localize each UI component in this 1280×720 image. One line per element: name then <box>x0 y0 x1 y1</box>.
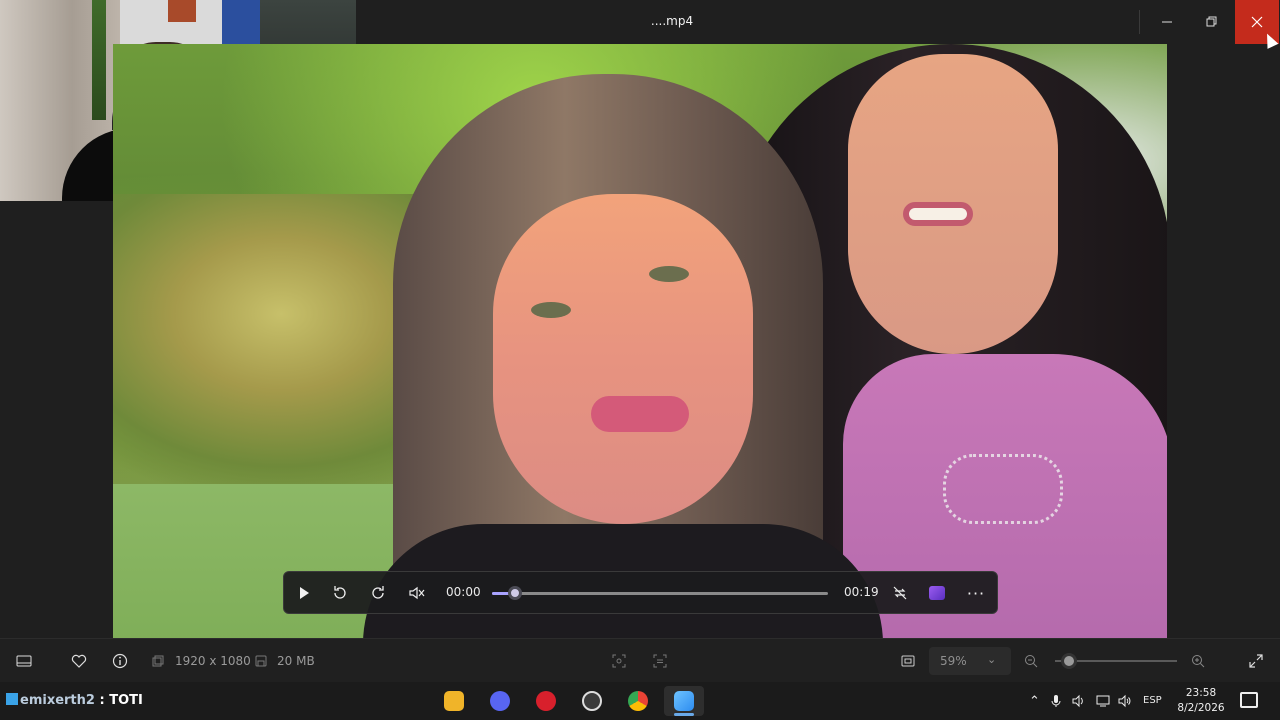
rewind-button[interactable] <box>329 582 351 604</box>
info-icon <box>112 653 128 669</box>
eye <box>649 266 689 282</box>
window-title: ....mp4 <box>650 14 694 28</box>
fullscreen-button[interactable] <box>1246 651 1266 671</box>
obs-icon <box>582 691 602 711</box>
photos-icon <box>674 691 694 711</box>
crop-button[interactable] <box>609 651 629 671</box>
copilot-icon[interactable] <box>936 12 956 32</box>
notification-icon[interactable] <box>1240 692 1258 708</box>
eye <box>531 302 571 318</box>
poster <box>168 0 196 22</box>
minimize-button[interactable] <box>1145 0 1189 44</box>
close-icon <box>1251 16 1263 28</box>
clock-date: 8/2/2026 <box>1177 702 1225 714</box>
taskbar-photos[interactable] <box>664 686 704 716</box>
windows-start-icon[interactable] <box>6 693 18 705</box>
language-indicator[interactable]: ESP <box>1143 695 1162 706</box>
chevron-up-icon[interactable]: ⌃ <box>1029 694 1040 709</box>
filmstrip-button[interactable] <box>14 651 34 671</box>
play-button[interactable] <box>293 582 315 604</box>
seek-progress <box>492 592 509 595</box>
clock-time: 23:58 <box>1185 687 1217 699</box>
clipchamp-icon <box>929 586 945 600</box>
rewind-10-icon <box>334 586 346 599</box>
minimize-icon <box>1162 21 1172 23</box>
zoom-out-button[interactable] <box>1021 651 1041 671</box>
seek-thumb[interactable] <box>508 586 522 600</box>
designer-icon[interactable] <box>1019 12 1039 32</box>
file-explorer-icon <box>444 691 464 711</box>
microphone-icon[interactable] <box>1051 694 1061 712</box>
shirt-print <box>943 454 1063 524</box>
photos-app-window: ....mp4 00:00 00:19 ··· 1920 x 1080 20 M… <box>0 0 1280 720</box>
taskbar-app-red[interactable] <box>526 686 566 716</box>
seek-bar[interactable] <box>492 592 828 595</box>
zoom-slider-thumb[interactable] <box>1061 653 1077 669</box>
zoom-value: 59% <box>940 654 967 668</box>
mute-button[interactable] <box>406 582 428 604</box>
zoom-in-icon <box>1192 655 1205 668</box>
info-button[interactable] <box>110 651 130 671</box>
play-icon <box>300 587 309 599</box>
title-bar: ....mp4 <box>356 0 1280 44</box>
fit-screen-icon <box>901 655 915 667</box>
zoom-out-icon <box>1025 655 1038 668</box>
player-controls: 00:00 00:19 ··· <box>283 571 998 614</box>
resolution-text: 1920 x 1080 <box>175 654 251 668</box>
more-button[interactable]: ··· <box>965 582 987 604</box>
poster <box>222 0 260 48</box>
smile <box>903 202 973 226</box>
chrome-icon <box>628 691 648 711</box>
person-left-face <box>493 194 753 524</box>
file-size-text: 20 MB <box>277 654 315 668</box>
onedrive-off-icon[interactable] <box>1101 12 1121 32</box>
zoom-in-button[interactable] <box>1188 651 1208 671</box>
streamer-overlay: emixerth2 : TOTI <box>6 693 143 708</box>
app-red-icon <box>536 691 556 711</box>
duration: 00:19 <box>844 585 879 599</box>
repeat-off-icon <box>893 586 907 600</box>
favorite-button[interactable] <box>69 651 89 671</box>
restore-icon <box>1206 16 1217 27</box>
info-bar: 1920 x 1080 20 MB 59% ⌄ <box>0 638 1280 682</box>
taskbar-file-explorer[interactable] <box>434 686 474 716</box>
divider <box>1139 10 1140 34</box>
file-size-icon <box>251 651 271 671</box>
volume-icon[interactable] <box>1118 694 1132 712</box>
streamer-handle: emixerth2 <box>20 693 95 708</box>
vine-decoration <box>92 0 106 120</box>
streamer-suffix: : TOTI <box>94 693 143 708</box>
video-frame[interactable] <box>113 44 1167 638</box>
discord-icon <box>490 691 510 711</box>
network-icon[interactable] <box>1096 694 1110 712</box>
taskbar: emixerth2 : TOTI ⌃ ESP 23:58 8/2/2026 <box>0 682 1280 720</box>
chevron-down-icon: ⌄ <box>987 653 997 666</box>
clipchamp-button[interactable] <box>926 582 948 604</box>
fit-button[interactable] <box>898 651 918 671</box>
forward-30-icon <box>372 586 384 599</box>
clock[interactable]: 23:58 8/2/2026 <box>1176 686 1226 716</box>
speaker-tray-icon[interactable] <box>1072 694 1086 712</box>
filmstrip-icon <box>16 655 32 667</box>
text-scan-icon <box>653 654 667 668</box>
repeat-button[interactable] <box>889 582 911 604</box>
restore-button[interactable] <box>1190 0 1234 44</box>
zoom-dropdown[interactable]: 59% ⌄ <box>929 647 1011 675</box>
current-time: 00:00 <box>446 585 481 599</box>
expand-icon <box>1249 654 1263 668</box>
text-recognition-button[interactable] <box>650 651 670 671</box>
forward-button[interactable] <box>367 582 389 604</box>
taskbar-discord[interactable] <box>480 686 520 716</box>
mute-icon <box>409 586 425 600</box>
heart-icon <box>71 654 87 668</box>
focus-icon <box>612 654 626 668</box>
lips <box>591 396 689 432</box>
photos-edit-icon[interactable] <box>977 12 997 32</box>
clipchamp-icon[interactable] <box>1059 12 1079 32</box>
more-icon: ··· <box>966 583 986 603</box>
resolution-icon <box>148 651 168 671</box>
taskbar-obs[interactable] <box>572 686 612 716</box>
taskbar-chrome[interactable] <box>618 686 658 716</box>
